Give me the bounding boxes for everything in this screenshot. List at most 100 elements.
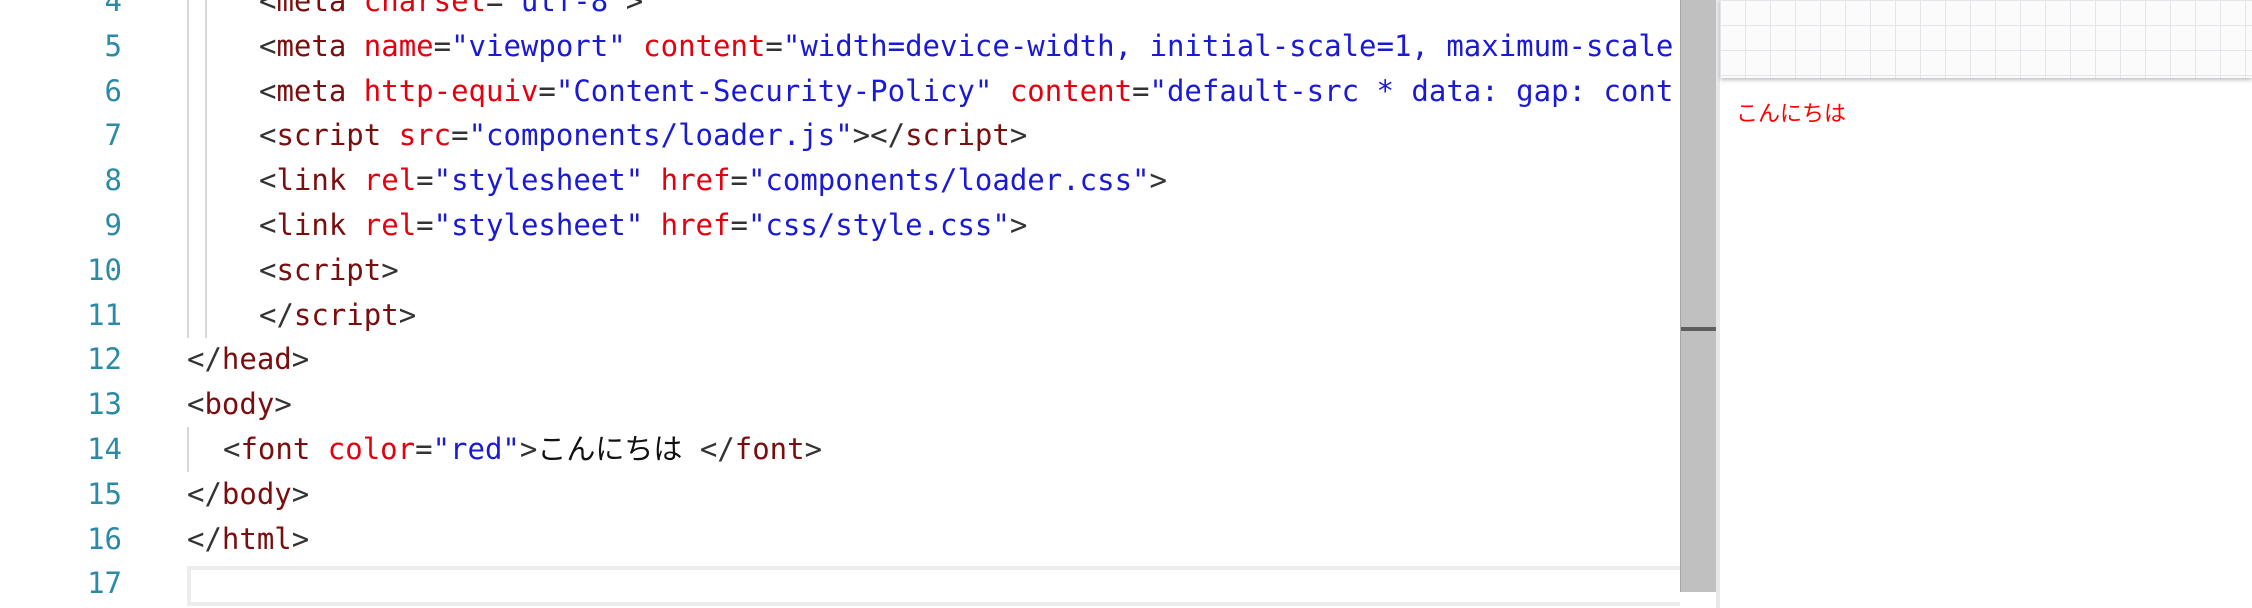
attribute-value: "utf-8" [503,0,626,18]
bracket: < [259,163,277,198]
code-line[interactable]: 14 <font color="red">こんにちは </font> [0,427,1680,472]
bracket: </ [699,432,735,466]
code-line[interactable]: 9 <link rel="stylesheet" href="css/style.… [0,203,1680,248]
code-text: <meta charset="utf-8"> [259,0,643,24]
bracket: < [259,118,277,153]
attribute-name: charset [363,0,486,18]
editor-scrollbar[interactable] [1680,0,1716,592]
indent-guide [187,68,189,114]
indent-guide [205,158,207,204]
code-text: <link rel="stylesheet" href="components/… [259,158,1167,203]
indent-guide [187,203,189,248]
tag-name: link [276,163,347,198]
line-number: 15 [87,476,122,511]
bracket: > [291,476,310,511]
indent-guide [205,68,207,114]
attribute-name: http-equiv [363,73,539,108]
tag-name: script [276,252,382,287]
code-text: </script> [259,293,416,338]
code-line[interactable]: 13 <body> [0,382,1680,427]
code-line[interactable]: 4 <meta charset="utf-8"> [0,0,1680,24]
code-text: <script src="components/loader.js"></scr… [259,113,1027,158]
line-number: 6 [104,73,122,108]
scrollbar-position-marker[interactable] [1681,327,1716,331]
text-content [381,118,398,152]
code-text: </html> [187,517,309,562]
attribute-name: content [643,28,766,63]
code-line[interactable]: 7 <script src="components/loader.js"></sc… [0,113,1680,159]
attribute-name: color [327,432,416,466]
bracket: = [765,28,783,63]
tag-name: font [240,432,311,466]
text-content [346,29,363,63]
tag-name: meta [276,73,347,108]
code-editor[interactable]: 4 <meta charset="utf-8"> 5 <meta name="view… [0,0,1680,608]
text-content [346,163,363,197]
bracket: < [259,73,277,108]
bracket: > [274,387,292,422]
indent-guide [187,0,189,24]
bracket: = [416,163,434,198]
code-line[interactable]: 16 </html> [0,517,1680,562]
code-line[interactable]: 10 <script> [0,247,1680,293]
attribute-name: name [363,28,434,63]
bracket: = [416,208,434,242]
indent-guide [187,292,189,338]
code-line[interactable]: 11 </script> [0,292,1680,338]
tag-name: link [276,208,347,242]
code-line[interactable]: 15 </body> [0,472,1680,517]
indent-guide [187,23,189,69]
bracket: > [381,252,399,287]
indent-guide [205,247,207,293]
bracket: > [1009,208,1028,242]
attribute-name: rel [363,163,417,198]
line-number: 5 [104,28,122,63]
indent-guide [205,0,207,24]
bracket: </ [187,476,222,511]
attribute-value: "red" [432,432,520,466]
bracket: > [398,297,417,332]
indent-guide [205,113,207,159]
bracket: < [259,208,277,242]
indent-guide [205,203,207,248]
indent-guide [205,292,207,338]
text-content [643,208,660,242]
attribute-name: href [660,163,731,198]
bracket: > [1149,163,1167,198]
indent-guide [187,247,189,293]
line-number: 8 [104,163,122,198]
text-content: こんにちは [537,432,700,466]
code-line[interactable]: 6 <meta http-equiv="Content-Security-Poli… [0,68,1680,114]
line-number: 10 [87,252,122,287]
bracket: > [519,432,538,466]
bracket: > [804,432,823,466]
tag-name: body [204,387,275,422]
attribute-name: content [1009,73,1133,108]
code-text: </body> [187,472,309,517]
bracket: = [538,73,556,108]
code-line[interactable]: 5 <meta name="viewport" content="width=de… [0,23,1680,69]
tag-name: font [734,432,805,466]
bracket: > [625,0,644,18]
bracket: = [1132,73,1150,108]
indent-guide [187,158,189,204]
indent-guide [187,427,189,472]
line-number: 12 [87,342,122,377]
tag-name: script [293,297,399,332]
line-number: 14 [87,432,122,466]
line-number: 13 [87,387,122,422]
attribute-value: "default-src * data: gap: cont [1149,73,1674,108]
tag-name: meta [276,28,347,63]
tag-name: meta [276,0,347,18]
bracket: < [259,0,277,18]
bracket: > [1009,118,1028,153]
code-line[interactable]: 8 <link rel="stylesheet" href="components… [0,158,1680,204]
indent-guide [205,23,207,69]
code-text: <meta http-equiv="Content-Security-Polic… [259,69,1673,114]
bracket: </ [187,521,222,556]
line-number: 17 [87,566,122,601]
text-content [992,74,1009,108]
bracket: = [730,163,748,198]
tag-name: html [221,521,292,556]
code-line[interactable]: 12 </head> [0,337,1680,382]
